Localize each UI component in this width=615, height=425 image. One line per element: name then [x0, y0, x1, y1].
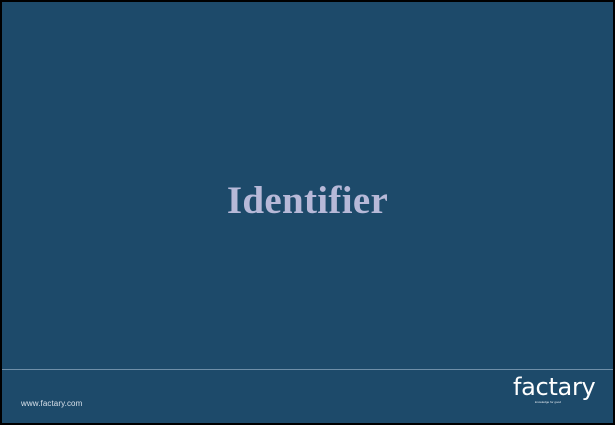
footer-divider [2, 369, 613, 370]
factary-logo: factary knowledge for good [513, 373, 596, 409]
footer-url: www.factary.com [21, 399, 83, 408]
slide-title: Identifier [226, 179, 389, 222]
logo-wordmark: factary [513, 373, 596, 401]
slide: Identifier www.factary.com factary knowl… [0, 0, 615, 425]
